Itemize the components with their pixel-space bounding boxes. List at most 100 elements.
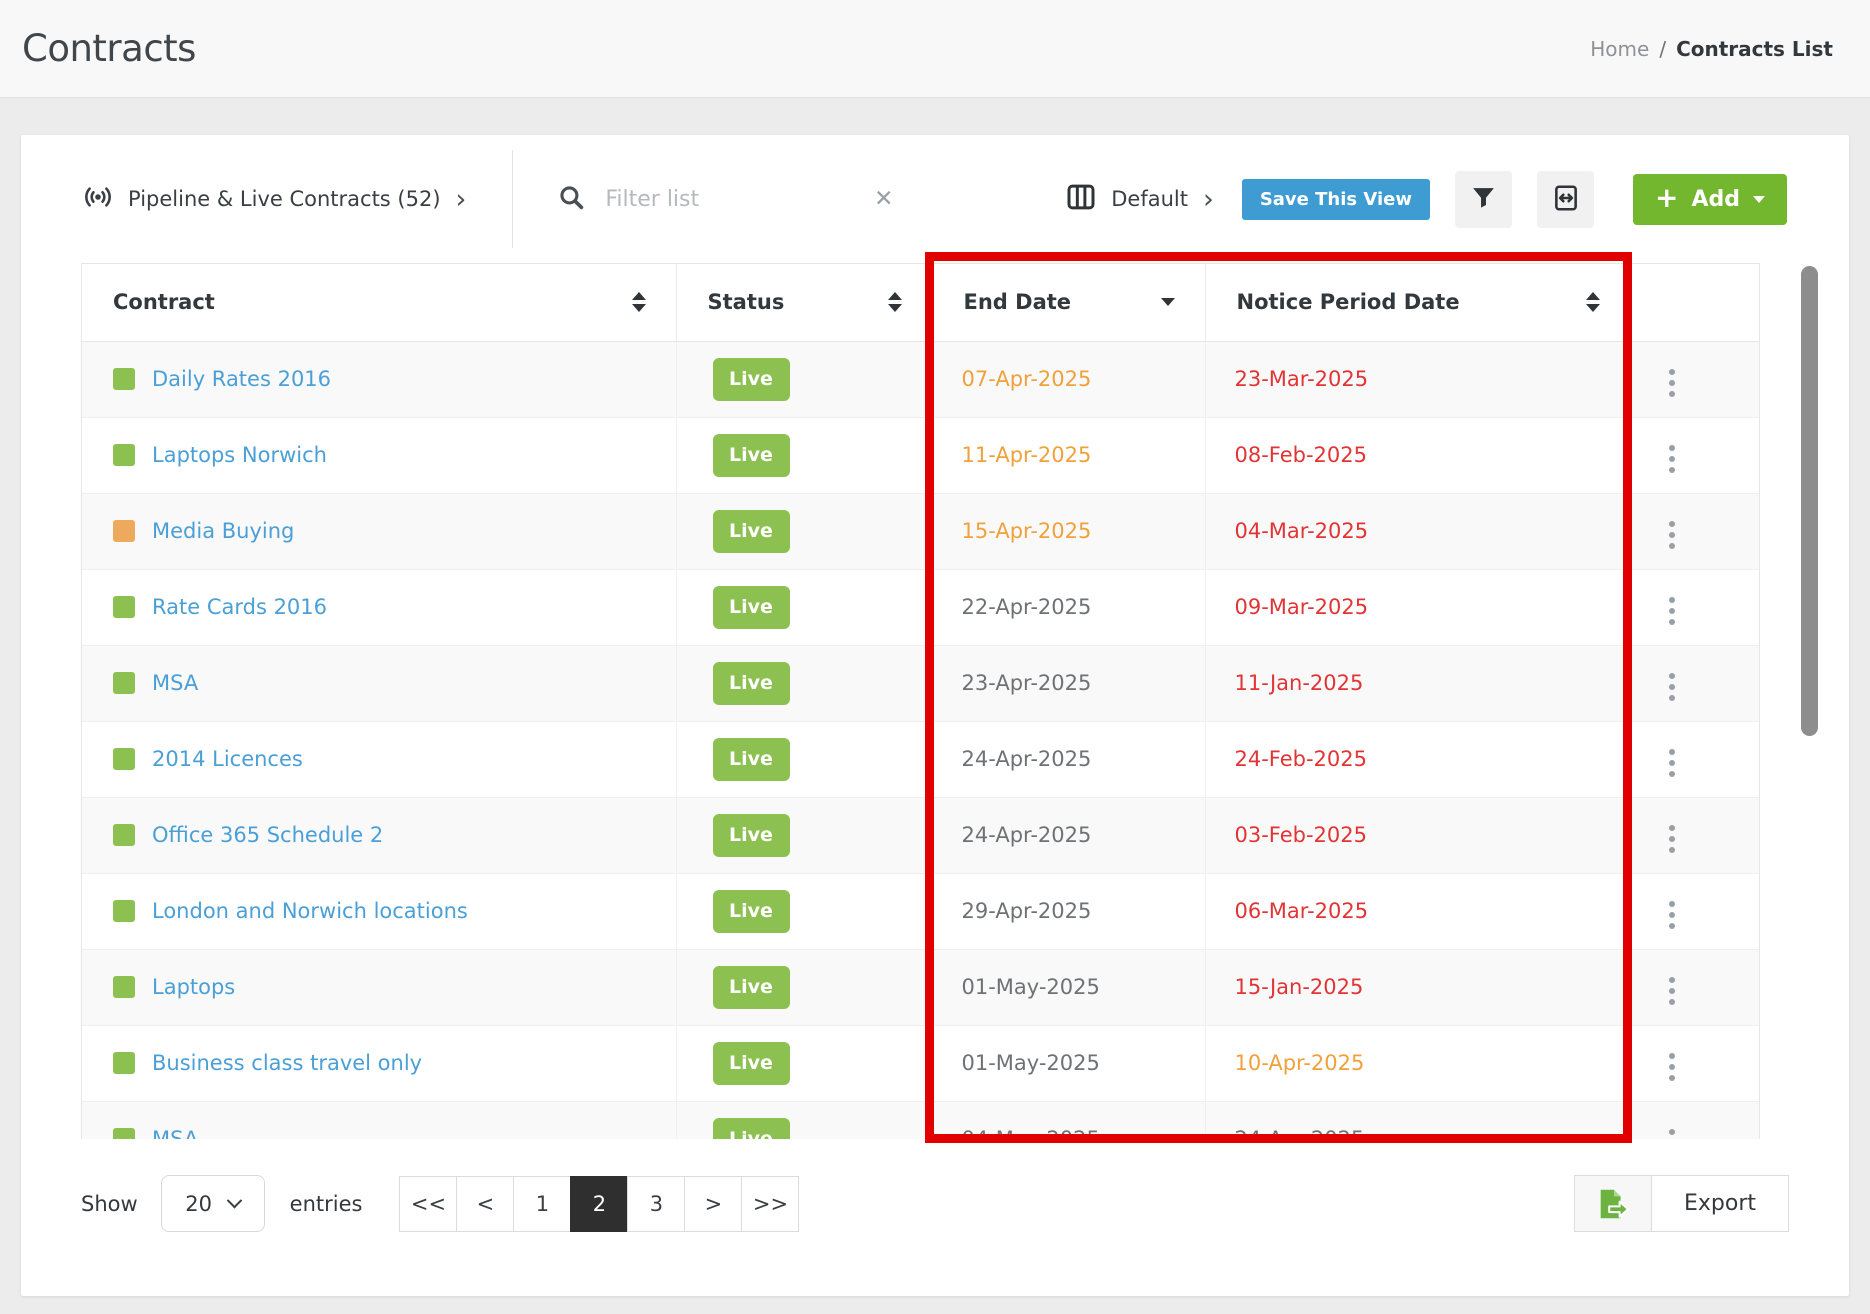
contract-link[interactable]: Laptops Norwich: [152, 443, 327, 467]
contract-link[interactable]: Rate Cards 2016: [152, 595, 327, 619]
column-header-status[interactable]: Status: [676, 264, 932, 341]
contract-color-marker: [113, 976, 135, 998]
table-row: MSA Live 23-Apr-2025 11-Jan-2025: [82, 645, 1760, 721]
clear-filter-icon[interactable]: ✕: [874, 186, 893, 212]
table-footer: Show 20 entries <<<123>>> Export: [81, 1175, 1789, 1232]
row-menu-kebab-icon[interactable]: [1663, 743, 1681, 783]
row-menu-kebab-icon[interactable]: [1663, 895, 1681, 935]
table-scrollbar: [1801, 266, 1818, 1136]
contract-link[interactable]: Laptops: [152, 975, 235, 999]
contract-link[interactable]: Business class travel only: [152, 1051, 422, 1075]
contract-color-marker: [113, 520, 135, 542]
row-menu-kebab-icon[interactable]: [1663, 971, 1681, 1011]
contract-link[interactable]: MSA: [152, 1127, 198, 1139]
breadcrumb-current: Contracts List: [1676, 37, 1833, 61]
contract-color-marker: [113, 1052, 135, 1074]
end-date-value: 01-May-2025: [962, 1051, 1100, 1075]
pagination-button-2[interactable]: 2: [570, 1176, 628, 1232]
pagination-button-1[interactable]: 1: [513, 1176, 571, 1232]
column-header-notice-period-date[interactable]: Notice Period Date: [1205, 264, 1630, 341]
pagination-button-next[interactable]: >: [684, 1176, 742, 1232]
contract-link[interactable]: Media Buying: [152, 519, 294, 543]
contract-link[interactable]: MSA: [152, 671, 198, 695]
contract-color-marker: [113, 596, 135, 618]
end-date-value: 11-Apr-2025: [962, 443, 1092, 467]
status-badge: Live: [713, 966, 790, 1009]
pagination-button-nextnext[interactable]: >>: [741, 1176, 799, 1232]
row-menu-kebab-icon[interactable]: [1663, 1123, 1681, 1140]
filter-button[interactable]: [1455, 171, 1512, 228]
table-row: Media Buying Live 15-Apr-2025 04-Mar-202…: [82, 493, 1760, 569]
column-width-button[interactable]: [1537, 171, 1594, 228]
row-menu-kebab-icon[interactable]: [1663, 819, 1681, 859]
table-row: 2014 Licences Live 24-Apr-2025 24-Feb-20…: [82, 721, 1760, 797]
contract-link[interactable]: 2014 Licences: [152, 747, 303, 771]
contracts-table-zone: Contract Status End Date Notice Per: [81, 263, 1789, 1139]
column-header-end-date[interactable]: End Date: [932, 264, 1205, 341]
notice-period-date-value: 08-Feb-2025: [1235, 443, 1368, 467]
sort-icon: [632, 292, 646, 312]
table-row: London and Norwich locations Live 29-Apr…: [82, 873, 1760, 949]
notice-period-date-value: 23-Mar-2025: [1235, 367, 1369, 391]
pagination-button-prev[interactable]: <: [456, 1176, 514, 1232]
column-width-icon: [1551, 183, 1581, 216]
column-header-actions: [1630, 264, 1760, 341]
contract-link[interactable]: Daily Rates 2016: [152, 367, 331, 391]
chevron-right-icon: ›: [1203, 186, 1214, 213]
notice-period-date-value: 03-Feb-2025: [1235, 823, 1368, 847]
sort-icon: [1586, 292, 1600, 312]
contract-color-marker: [113, 1128, 135, 1139]
notice-period-date-value: 06-Mar-2025: [1235, 899, 1369, 923]
view-scope-label: Pipeline & Live Contracts (52): [128, 187, 441, 211]
status-badge: Live: [713, 1042, 790, 1085]
page-header: Contracts Home / Contracts List: [0, 0, 1870, 98]
row-menu-kebab-icon[interactable]: [1663, 363, 1681, 403]
save-this-view-button[interactable]: Save This View: [1242, 179, 1430, 220]
contracts-list-card: Pipeline & Live Contracts (52) › ✕: [21, 135, 1849, 1296]
toolbar-divider: [512, 150, 513, 248]
contract-link[interactable]: London and Norwich locations: [152, 899, 468, 923]
contract-color-marker: [113, 900, 135, 922]
pagination: <<<123>>>: [400, 1176, 799, 1232]
end-date-value: 24-Apr-2025: [962, 823, 1092, 847]
broadcast-icon: [83, 182, 113, 216]
row-menu-kebab-icon[interactable]: [1663, 591, 1681, 631]
notice-period-date-value: 09-Mar-2025: [1235, 595, 1369, 619]
page-size-select[interactable]: 20: [161, 1175, 265, 1232]
sort-desc-icon: [1161, 298, 1175, 306]
end-date-value: 01-May-2025: [962, 975, 1100, 999]
view-layout-selector[interactable]: Default: [1111, 187, 1188, 211]
status-badge: Live: [713, 890, 790, 933]
table-row: MSA Live 04-May-2025 24-Apr-2025: [82, 1101, 1760, 1139]
column-header-contract[interactable]: Contract: [82, 264, 676, 341]
end-date-value: 24-Apr-2025: [962, 747, 1092, 771]
pagination-button-3[interactable]: 3: [627, 1176, 685, 1232]
notice-period-date-value: 24-Feb-2025: [1235, 747, 1368, 771]
end-date-value: 23-Apr-2025: [962, 671, 1092, 695]
breadcrumb-home-link[interactable]: Home: [1590, 37, 1649, 61]
table-header-row: Contract Status End Date Notice Per: [82, 264, 1760, 341]
notice-period-date-value: 15-Jan-2025: [1235, 975, 1364, 999]
scrollbar-thumb[interactable]: [1801, 266, 1818, 736]
contracts-table: Contract Status End Date Notice Per: [82, 264, 1760, 1139]
contract-link[interactable]: Office 365 Schedule 2: [152, 823, 383, 847]
contract-color-marker: [113, 444, 135, 466]
filter-list-input[interactable]: [605, 187, 835, 212]
contract-color-marker: [113, 748, 135, 770]
page-size-value: 20: [185, 1192, 212, 1216]
caret-down-icon: [1753, 196, 1765, 203]
end-date-value: 07-Apr-2025: [962, 367, 1092, 391]
pagination-button-prevprev[interactable]: <<: [399, 1176, 457, 1232]
end-date-value: 15-Apr-2025: [962, 519, 1092, 543]
add-button[interactable]: + Add: [1633, 174, 1787, 225]
row-menu-kebab-icon[interactable]: [1663, 515, 1681, 555]
row-menu-kebab-icon[interactable]: [1663, 667, 1681, 707]
end-date-value: 22-Apr-2025: [962, 595, 1092, 619]
export-button[interactable]: Export: [1574, 1175, 1789, 1232]
view-scope-selector[interactable]: Pipeline & Live Contracts (52) ›: [83, 182, 466, 216]
table-row: Business class travel only Live 01-May-2…: [82, 1025, 1760, 1101]
funnel-icon: [1469, 183, 1498, 215]
row-menu-kebab-icon[interactable]: [1663, 1047, 1681, 1087]
row-menu-kebab-icon[interactable]: [1663, 439, 1681, 479]
toolbar-actions: Default › Save This View: [1065, 171, 1787, 228]
